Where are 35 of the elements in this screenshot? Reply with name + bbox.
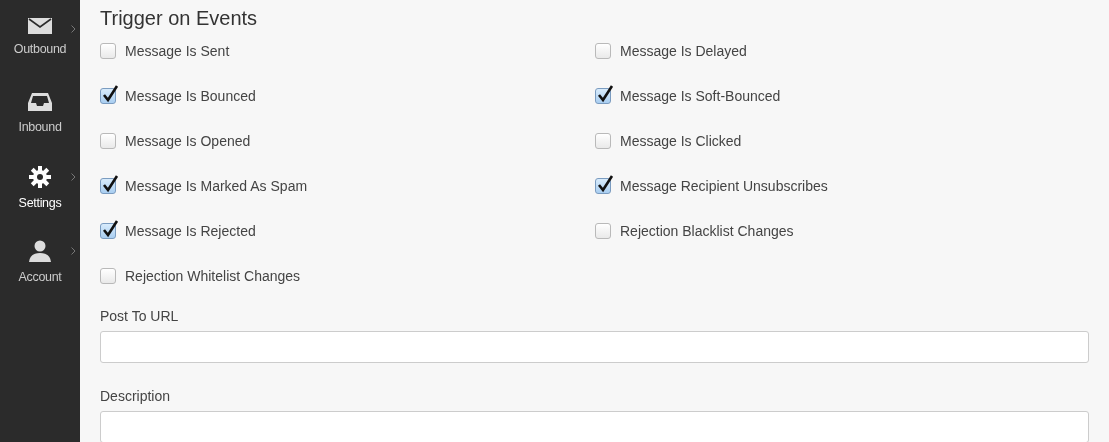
checkbox-label[interactable]: Message Is Marked As Spam [125, 175, 308, 197]
checkbox[interactable] [100, 43, 116, 59]
user-icon [29, 240, 51, 262]
checkbox[interactable] [595, 223, 611, 239]
checkbox-label[interactable]: Message Is Soft-Bounced [620, 85, 781, 107]
checkbox[interactable] [100, 133, 116, 149]
input-field[interactable] [100, 331, 1089, 363]
checkbox[interactable] [595, 88, 611, 104]
checkbox-label[interactable]: Rejection Blacklist Changes [620, 220, 794, 242]
section-heading: Trigger on Events [100, 6, 259, 30]
sidebar-item[interactable]: Inbound [0, 74, 80, 148]
checkbox-label[interactable]: Message Is Rejected [125, 220, 256, 242]
checkbox-label[interactable]: Message Is Bounced [125, 85, 256, 107]
sidebar-item[interactable]: Settings [0, 148, 80, 222]
checkbox-label[interactable]: Message Is Sent [125, 40, 230, 62]
checkbox[interactable] [100, 268, 116, 284]
checkbox-label[interactable]: Message Is Delayed [620, 40, 747, 62]
checkbox[interactable] [595, 133, 611, 149]
input-field[interactable] [100, 411, 1089, 442]
checkbox-label[interactable]: Message Is Opened [125, 130, 251, 152]
checkbox-label[interactable]: Message Is Clicked [620, 130, 742, 152]
checkbox[interactable] [100, 88, 116, 104]
checkbox[interactable] [595, 178, 611, 194]
envelope-icon [28, 18, 52, 34]
checkbox[interactable] [100, 223, 116, 239]
checkbox-label[interactable]: Message Recipient Unsubscribes [620, 175, 828, 197]
checkbox-label[interactable]: Rejection Whitelist Changes [125, 265, 301, 287]
checkbox[interactable] [100, 178, 116, 194]
field-label: Description [100, 387, 172, 406]
sidebar-item[interactable]: Account [0, 222, 80, 296]
checkbox[interactable] [595, 43, 611, 59]
sidebar-item[interactable]: Outbound [0, 0, 80, 74]
field-label: Post To URL [100, 307, 180, 326]
settings-icon [29, 166, 51, 188]
inbox-tray-icon [28, 92, 52, 112]
